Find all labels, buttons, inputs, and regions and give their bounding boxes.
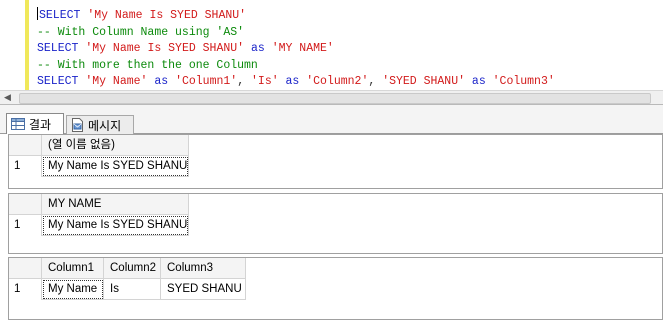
tab-messages-label: 메시지 bbox=[88, 118, 122, 133]
table-row[interactable]: 1 My Name Is SYED SHANU bbox=[9, 279, 246, 300]
sql-string: 'Is' bbox=[251, 75, 279, 88]
table-cell[interactable]: My Name Is SYED SHANU bbox=[42, 156, 189, 177]
sql-string: 'My Name Is SYED SHANU' bbox=[85, 42, 245, 55]
sql-text: , bbox=[237, 75, 252, 88]
tab-results-label: 결과 bbox=[29, 117, 52, 132]
sql-keyword: as bbox=[250, 42, 265, 55]
sql-string: 'Column2' bbox=[306, 75, 369, 88]
sql-string: 'Column3' bbox=[492, 75, 555, 88]
column-header[interactable]: Column1 bbox=[42, 258, 104, 279]
sql-string: 'Column1' bbox=[175, 75, 238, 88]
column-header[interactable]: Column2 bbox=[104, 258, 161, 279]
table-cell[interactable]: SYED SHANU bbox=[161, 279, 246, 300]
text-cursor bbox=[37, 7, 38, 20]
tab-messages[interactable]: 메시지 bbox=[66, 115, 134, 134]
sql-string: 'My Name Is SYED SHANU' bbox=[87, 9, 247, 22]
table-cell[interactable]: My Name Is SYED SHANU bbox=[42, 215, 189, 236]
result-grid-2[interactable]: MY NAME 1 My Name Is SYED SHANU bbox=[8, 193, 663, 254]
grid-header: Column1 Column2 Column3 bbox=[9, 258, 246, 279]
sql-string: 'SYED SHANU' bbox=[382, 75, 466, 88]
code-line-5[interactable]: SELECT 'My Name' as 'Column1', 'Is' as '… bbox=[37, 75, 555, 88]
sql-code[interactable]: SELECT 'My Name Is SYED SHANU' -- With C… bbox=[37, 7, 555, 91]
results-tabstrip: 결과 메시지 bbox=[0, 105, 663, 134]
table-cell[interactable]: My Name bbox=[42, 279, 104, 300]
row-number[interactable]: 1 bbox=[9, 279, 42, 300]
sql-text: , bbox=[368, 75, 383, 88]
column-header[interactable]: MY NAME bbox=[42, 194, 189, 215]
grid-icon bbox=[11, 118, 25, 130]
sql-keyword: as bbox=[471, 75, 486, 88]
code-line-2[interactable]: -- With Column Name using 'AS' bbox=[37, 26, 244, 39]
column-header[interactable]: Column3 bbox=[161, 258, 246, 279]
grid-header: MY NAME bbox=[9, 194, 189, 215]
table-row[interactable]: 1 My Name Is SYED SHANU bbox=[9, 215, 189, 236]
row-header-corner bbox=[9, 258, 42, 279]
results-pane: (열 이름 없음) 1 My Name Is SYED SHANU MY NAM… bbox=[0, 134, 663, 320]
message-doc-icon bbox=[71, 118, 84, 132]
sql-keyword: SELECT bbox=[37, 75, 79, 88]
column-header[interactable]: (열 이름 없음) bbox=[42, 135, 189, 156]
sql-keyword: SELECT bbox=[39, 9, 81, 22]
sql-string: 'My Name' bbox=[85, 75, 148, 88]
result-grid-1[interactable]: (열 이름 없음) 1 My Name Is SYED SHANU bbox=[8, 134, 663, 189]
code-line-4[interactable]: -- With more then the one Column bbox=[37, 59, 258, 72]
row-header-corner bbox=[9, 194, 42, 215]
scroll-left-icon[interactable]: ◀ bbox=[4, 92, 11, 103]
sql-keyword: SELECT bbox=[37, 42, 79, 55]
row-number[interactable]: 1 bbox=[9, 156, 42, 177]
code-line-1[interactable]: SELECT 'My Name Is SYED SHANU' bbox=[39, 9, 246, 22]
row-header-corner bbox=[9, 135, 42, 156]
sql-keyword: as bbox=[154, 75, 169, 88]
sql-comment: -- With Column Name using 'AS' bbox=[37, 25, 245, 39]
scrollbar-thumb[interactable] bbox=[19, 93, 651, 104]
table-cell[interactable]: Is bbox=[104, 279, 161, 300]
table-row[interactable]: 1 My Name Is SYED SHANU bbox=[9, 156, 189, 177]
query-editor[interactable]: SELECT 'My Name Is SYED SHANU' -- With C… bbox=[0, 0, 663, 90]
sql-string: 'MY NAME' bbox=[271, 42, 334, 55]
sql-comment: -- With more then the one Column bbox=[37, 58, 258, 72]
grid-header: (열 이름 없음) bbox=[9, 135, 189, 156]
sql-keyword: as bbox=[285, 75, 300, 88]
tab-results[interactable]: 결과 bbox=[6, 113, 64, 134]
changed-lines-marker bbox=[25, 0, 29, 90]
row-number[interactable]: 1 bbox=[9, 215, 42, 236]
editor-horizontal-scrollbar[interactable]: ◀ bbox=[0, 90, 663, 105]
code-line-3[interactable]: SELECT 'My Name Is SYED SHANU' as 'MY NA… bbox=[37, 42, 334, 55]
result-grid-3[interactable]: Column1 Column2 Column3 1 My Name Is SYE… bbox=[8, 257, 663, 320]
